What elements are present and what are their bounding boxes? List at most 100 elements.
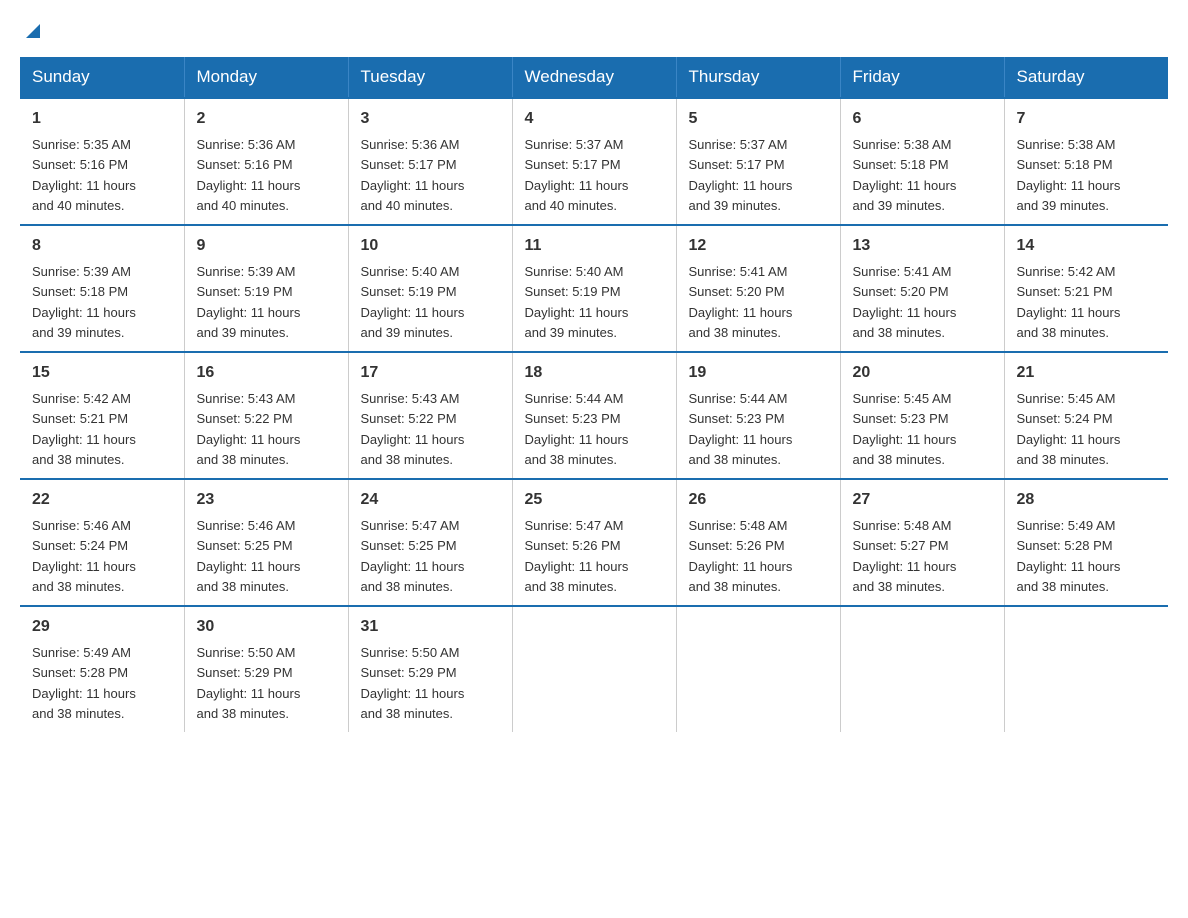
day-info: Sunrise: 5:47 AMSunset: 5:26 PMDaylight:… (525, 518, 629, 594)
day-info: Sunrise: 5:49 AMSunset: 5:28 PMDaylight:… (1017, 518, 1121, 594)
day-info: Sunrise: 5:38 AMSunset: 5:18 PMDaylight:… (1017, 137, 1121, 213)
day-number: 7 (1017, 107, 1157, 131)
calendar-day-3: 3 Sunrise: 5:36 AMSunset: 5:17 PMDayligh… (348, 98, 512, 225)
day-number: 27 (853, 488, 992, 512)
calendar-day-14: 14 Sunrise: 5:42 AMSunset: 5:21 PMDaylig… (1004, 225, 1168, 352)
day-info: Sunrise: 5:41 AMSunset: 5:20 PMDaylight:… (853, 264, 957, 340)
day-number: 30 (197, 615, 336, 639)
calendar-day-2: 2 Sunrise: 5:36 AMSunset: 5:16 PMDayligh… (184, 98, 348, 225)
calendar-day-16: 16 Sunrise: 5:43 AMSunset: 5:22 PMDaylig… (184, 352, 348, 479)
calendar-day-13: 13 Sunrise: 5:41 AMSunset: 5:20 PMDaylig… (840, 225, 1004, 352)
calendar-day-11: 11 Sunrise: 5:40 AMSunset: 5:19 PMDaylig… (512, 225, 676, 352)
weekday-header-saturday: Saturday (1004, 57, 1168, 98)
day-info: Sunrise: 5:39 AMSunset: 5:19 PMDaylight:… (197, 264, 301, 340)
day-number: 8 (32, 234, 172, 258)
calendar-day-19: 19 Sunrise: 5:44 AMSunset: 5:23 PMDaylig… (676, 352, 840, 479)
calendar-day-15: 15 Sunrise: 5:42 AMSunset: 5:21 PMDaylig… (20, 352, 184, 479)
calendar-day-17: 17 Sunrise: 5:43 AMSunset: 5:22 PMDaylig… (348, 352, 512, 479)
day-number: 12 (689, 234, 828, 258)
day-number: 19 (689, 361, 828, 385)
day-number: 3 (361, 107, 500, 131)
calendar-week-5: 29 Sunrise: 5:49 AMSunset: 5:28 PMDaylig… (20, 606, 1168, 732)
day-info: Sunrise: 5:39 AMSunset: 5:18 PMDaylight:… (32, 264, 136, 340)
day-info: Sunrise: 5:40 AMSunset: 5:19 PMDaylight:… (525, 264, 629, 340)
calendar-week-3: 15 Sunrise: 5:42 AMSunset: 5:21 PMDaylig… (20, 352, 1168, 479)
weekday-header-monday: Monday (184, 57, 348, 98)
day-info: Sunrise: 5:48 AMSunset: 5:26 PMDaylight:… (689, 518, 793, 594)
weekday-header-friday: Friday (840, 57, 1004, 98)
calendar-empty-cell (840, 606, 1004, 732)
day-number: 29 (32, 615, 172, 639)
calendar-day-12: 12 Sunrise: 5:41 AMSunset: 5:20 PMDaylig… (676, 225, 840, 352)
calendar-day-24: 24 Sunrise: 5:47 AMSunset: 5:25 PMDaylig… (348, 479, 512, 606)
calendar-day-27: 27 Sunrise: 5:48 AMSunset: 5:27 PMDaylig… (840, 479, 1004, 606)
day-number: 6 (853, 107, 992, 131)
day-info: Sunrise: 5:49 AMSunset: 5:28 PMDaylight:… (32, 645, 136, 721)
day-info: Sunrise: 5:43 AMSunset: 5:22 PMDaylight:… (361, 391, 465, 467)
day-info: Sunrise: 5:44 AMSunset: 5:23 PMDaylight:… (525, 391, 629, 467)
day-info: Sunrise: 5:36 AMSunset: 5:16 PMDaylight:… (197, 137, 301, 213)
calendar-day-7: 7 Sunrise: 5:38 AMSunset: 5:18 PMDayligh… (1004, 98, 1168, 225)
day-number: 22 (32, 488, 172, 512)
day-info: Sunrise: 5:42 AMSunset: 5:21 PMDaylight:… (32, 391, 136, 467)
calendar-header: SundayMondayTuesdayWednesdayThursdayFrid… (20, 57, 1168, 98)
logo-triangle-icon (22, 20, 44, 47)
calendar-day-9: 9 Sunrise: 5:39 AMSunset: 5:19 PMDayligh… (184, 225, 348, 352)
day-info: Sunrise: 5:37 AMSunset: 5:17 PMDaylight:… (689, 137, 793, 213)
day-number: 2 (197, 107, 336, 131)
day-number: 26 (689, 488, 828, 512)
day-number: 18 (525, 361, 664, 385)
weekday-header-thursday: Thursday (676, 57, 840, 98)
calendar-day-8: 8 Sunrise: 5:39 AMSunset: 5:18 PMDayligh… (20, 225, 184, 352)
logo (20, 20, 44, 47)
day-info: Sunrise: 5:40 AMSunset: 5:19 PMDaylight:… (361, 264, 465, 340)
day-info: Sunrise: 5:43 AMSunset: 5:22 PMDaylight:… (197, 391, 301, 467)
day-number: 16 (197, 361, 336, 385)
calendar-week-1: 1 Sunrise: 5:35 AMSunset: 5:16 PMDayligh… (20, 98, 1168, 225)
calendar-empty-cell (676, 606, 840, 732)
day-info: Sunrise: 5:41 AMSunset: 5:20 PMDaylight:… (689, 264, 793, 340)
calendar-empty-cell (1004, 606, 1168, 732)
day-number: 24 (361, 488, 500, 512)
calendar-day-20: 20 Sunrise: 5:45 AMSunset: 5:23 PMDaylig… (840, 352, 1004, 479)
calendar-day-26: 26 Sunrise: 5:48 AMSunset: 5:26 PMDaylig… (676, 479, 840, 606)
calendar-day-23: 23 Sunrise: 5:46 AMSunset: 5:25 PMDaylig… (184, 479, 348, 606)
day-number: 14 (1017, 234, 1157, 258)
day-info: Sunrise: 5:38 AMSunset: 5:18 PMDaylight:… (853, 137, 957, 213)
weekday-header-wednesday: Wednesday (512, 57, 676, 98)
calendar-day-21: 21 Sunrise: 5:45 AMSunset: 5:24 PMDaylig… (1004, 352, 1168, 479)
day-info: Sunrise: 5:35 AMSunset: 5:16 PMDaylight:… (32, 137, 136, 213)
day-number: 9 (197, 234, 336, 258)
calendar-day-29: 29 Sunrise: 5:49 AMSunset: 5:28 PMDaylig… (20, 606, 184, 732)
day-number: 5 (689, 107, 828, 131)
calendar-day-30: 30 Sunrise: 5:50 AMSunset: 5:29 PMDaylig… (184, 606, 348, 732)
day-number: 31 (361, 615, 500, 639)
day-number: 25 (525, 488, 664, 512)
calendar-day-6: 6 Sunrise: 5:38 AMSunset: 5:18 PMDayligh… (840, 98, 1004, 225)
day-number: 10 (361, 234, 500, 258)
day-info: Sunrise: 5:36 AMSunset: 5:17 PMDaylight:… (361, 137, 465, 213)
day-number: 13 (853, 234, 992, 258)
calendar-week-4: 22 Sunrise: 5:46 AMSunset: 5:24 PMDaylig… (20, 479, 1168, 606)
calendar-day-4: 4 Sunrise: 5:37 AMSunset: 5:17 PMDayligh… (512, 98, 676, 225)
day-number: 28 (1017, 488, 1157, 512)
day-number: 17 (361, 361, 500, 385)
calendar-day-25: 25 Sunrise: 5:47 AMSunset: 5:26 PMDaylig… (512, 479, 676, 606)
calendar-day-1: 1 Sunrise: 5:35 AMSunset: 5:16 PMDayligh… (20, 98, 184, 225)
day-info: Sunrise: 5:46 AMSunset: 5:25 PMDaylight:… (197, 518, 301, 594)
day-number: 23 (197, 488, 336, 512)
weekday-header-tuesday: Tuesday (348, 57, 512, 98)
page-header (20, 20, 1168, 47)
day-number: 1 (32, 107, 172, 131)
day-info: Sunrise: 5:47 AMSunset: 5:25 PMDaylight:… (361, 518, 465, 594)
day-info: Sunrise: 5:50 AMSunset: 5:29 PMDaylight:… (197, 645, 301, 721)
day-number: 20 (853, 361, 992, 385)
day-info: Sunrise: 5:45 AMSunset: 5:24 PMDaylight:… (1017, 391, 1121, 467)
day-info: Sunrise: 5:37 AMSunset: 5:17 PMDaylight:… (525, 137, 629, 213)
day-number: 21 (1017, 361, 1157, 385)
day-info: Sunrise: 5:46 AMSunset: 5:24 PMDaylight:… (32, 518, 136, 594)
day-number: 15 (32, 361, 172, 385)
day-info: Sunrise: 5:50 AMSunset: 5:29 PMDaylight:… (361, 645, 465, 721)
calendar-day-10: 10 Sunrise: 5:40 AMSunset: 5:19 PMDaylig… (348, 225, 512, 352)
day-number: 11 (525, 234, 664, 258)
